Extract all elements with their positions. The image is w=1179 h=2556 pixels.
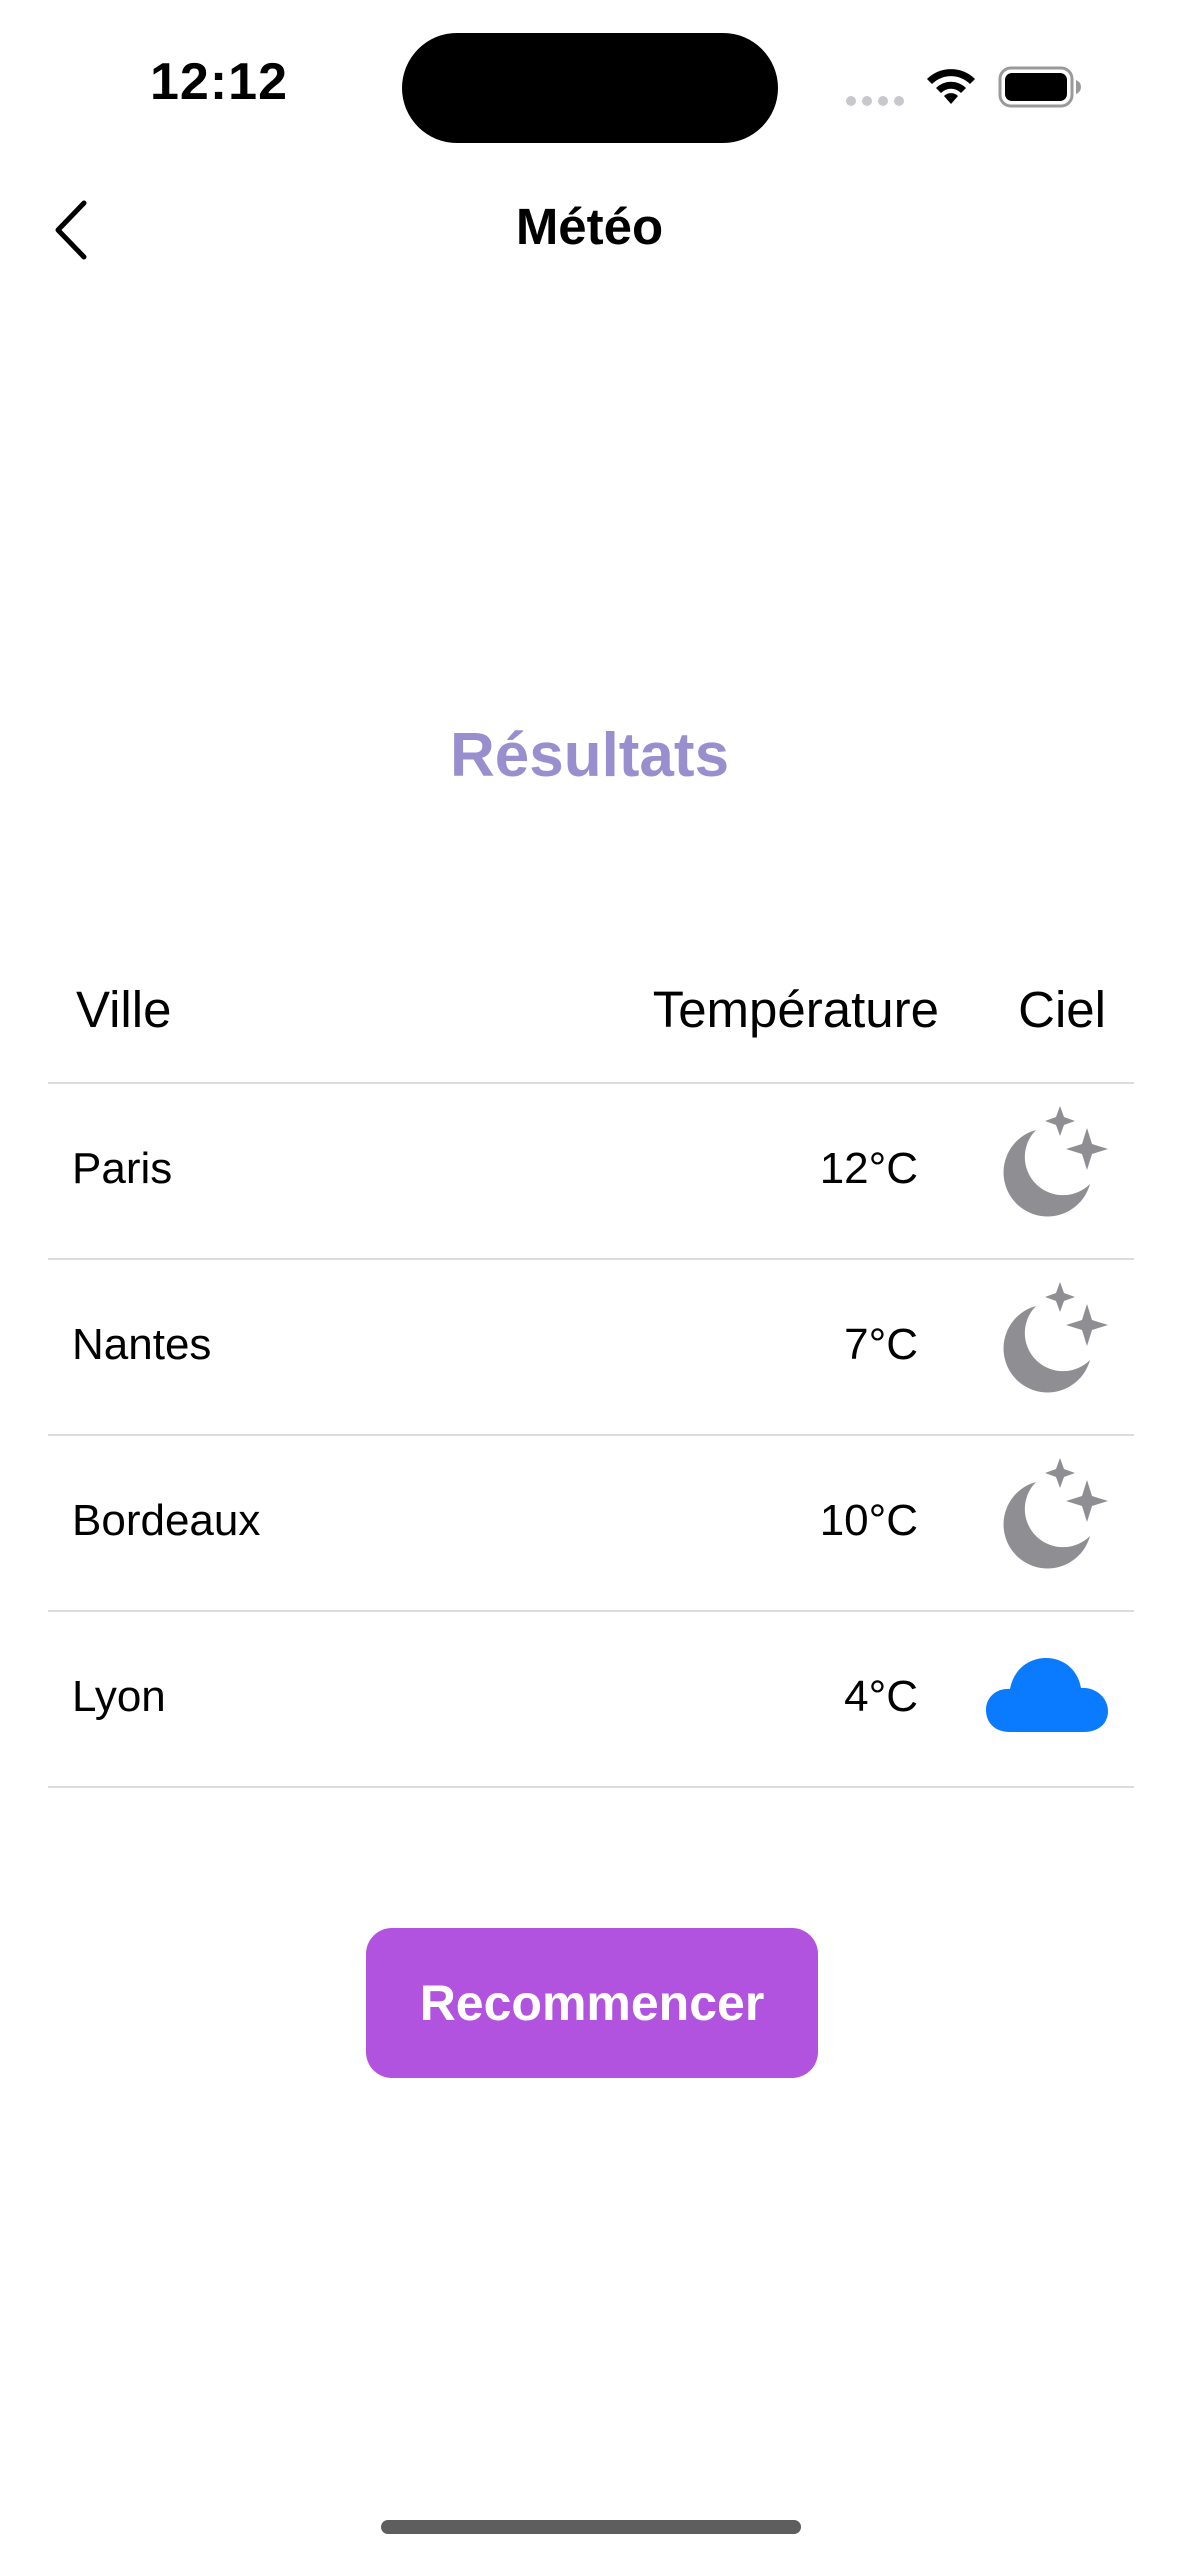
table-row: Lyon 4°C <box>48 1612 1134 1788</box>
restart-button[interactable]: Recommencer <box>366 1928 818 2078</box>
city-cell: Lyon <box>72 1672 166 1721</box>
wifi-icon <box>927 69 975 104</box>
page-title: Météo <box>515 198 664 255</box>
moon-stars-icon <box>984 1452 1112 1580</box>
city-cell: Bordeaux <box>72 1496 261 1545</box>
column-header-city: Ville <box>76 981 172 1038</box>
moon-stars-icon <box>984 1100 1112 1228</box>
weather-table: Ville Température Ciel Paris 12°C Nantes… <box>48 960 1134 1788</box>
status-time: 12:12 <box>150 53 288 111</box>
table-row: Bordeaux 10°C <box>48 1436 1134 1612</box>
city-cell: Nantes <box>72 1320 212 1369</box>
cloud-icon <box>984 1628 1112 1756</box>
column-header-temperature: Température <box>652 981 939 1038</box>
temperature-cell: 10°C <box>819 1496 918 1545</box>
moon-stars-icon <box>984 1276 1112 1404</box>
table-row: Nantes 7°C <box>48 1260 1134 1436</box>
column-header-sky: Ciel <box>1018 981 1106 1038</box>
temperature-cell: 7°C <box>844 1320 918 1369</box>
results-heading: Résultats <box>449 721 730 790</box>
temperature-cell: 12°C <box>819 1144 918 1193</box>
city-cell: Paris <box>72 1144 173 1193</box>
table-row: Paris 12°C <box>48 1084 1134 1260</box>
battery-icon <box>998 66 1081 108</box>
home-indicator[interactable] <box>381 2520 801 2534</box>
dynamic-island <box>402 33 778 143</box>
table-header: Ville Température Ciel <box>48 960 1134 1084</box>
cellular-signal-icon <box>846 96 904 106</box>
temperature-cell: 4°C <box>844 1672 918 1721</box>
